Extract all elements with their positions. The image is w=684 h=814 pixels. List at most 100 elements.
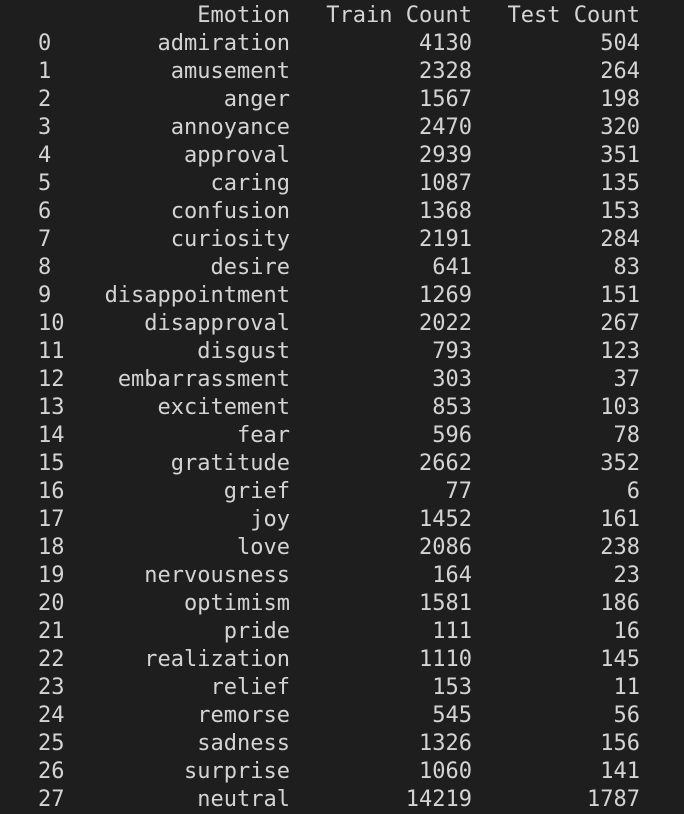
train-count-cell: 1110 [419,647,472,672]
emotion-cell: surprise [184,759,290,784]
train-count-cell: 111 [432,619,472,644]
test-count-cell: 6 [626,479,640,504]
table-row: 0 admiration 4130 504 [0,30,684,58]
test-count-cell: 504 [600,31,640,56]
row-index: 17 [38,507,65,532]
table-row: 8 desire 641 83 [0,254,684,282]
emotion-cell: caring [210,171,290,196]
train-count-cell: 1087 [419,171,472,196]
table-row: 13 excitement 853 103 [0,394,684,422]
test-count-cell: 37 [613,367,641,392]
test-count-cell: 56 [613,703,641,728]
row-index: 24 [38,703,65,728]
train-count-cell: 1581 [419,591,472,616]
table-row: 22 realization 1110 145 [0,646,684,674]
test-count-cell: 103 [600,395,640,420]
emotion-cell: realization [144,647,290,672]
row-index: 27 [38,787,65,812]
train-count-cell: 1567 [419,87,472,112]
train-count-cell: 1452 [419,507,472,532]
emotion-cell: excitement [157,395,290,420]
emotion-cell: fear [237,423,290,448]
test-count-cell: 83 [613,255,641,280]
test-count-cell: 23 [613,563,641,588]
train-count-cell: 2939 [419,143,472,168]
row-index: 26 [38,759,65,784]
train-count-cell: 2470 [419,115,472,140]
test-count-cell: 238 [600,535,640,560]
dataframe-output: Emotion Train Count Test Count 0 admirati… [0,2,684,814]
test-count-cell: 198 [600,87,640,112]
emotion-cell: optimism [184,591,290,616]
row-index: 3 [38,115,52,140]
row-index: 11 [38,339,65,364]
emotion-cell: desire [210,255,290,280]
row-index: 18 [38,535,65,560]
table-row: 4 approval 2939 351 [0,142,684,170]
row-index: 8 [38,255,52,280]
row-index: 10 [38,311,65,336]
table-row: 26 surprise 1060 141 [0,758,684,786]
train-count-cell: 545 [432,703,472,728]
train-count-cell: 77 [445,479,473,504]
row-index: 1 [38,59,52,84]
header-emotion: Emotion [197,3,290,28]
row-index: 2 [38,87,52,112]
table-row: 17 joy 1452 161 [0,506,684,534]
train-count-cell: 641 [432,255,472,280]
test-count-cell: 264 [600,59,640,84]
header-train-count: Train Count [326,3,472,28]
test-count-cell: 186 [600,591,640,616]
table-row: 15 gratitude 2662 352 [0,450,684,478]
row-index: 6 [38,199,52,224]
table-row: 18 love 2086 238 [0,534,684,562]
table-row: 2 anger 1567 198 [0,86,684,114]
row-index: 21 [38,619,65,644]
emotion-cell: approval [184,143,290,168]
train-count-cell: 853 [432,395,472,420]
train-count-cell: 1368 [419,199,472,224]
test-count-cell: 11 [613,675,641,700]
train-count-cell: 153 [432,675,472,700]
table-row: 27 neutral 14219 1787 [0,786,684,814]
emotion-cell: embarrassment [117,367,290,392]
emotion-cell: annoyance [170,115,290,140]
row-index: 19 [38,563,65,588]
table-row: 9 disappointment 1269 151 [0,282,684,310]
emotion-cell: anger [223,87,290,112]
train-count-cell: 14219 [405,787,472,812]
table-row: 7 curiosity 2191 284 [0,226,684,254]
train-count-cell: 4130 [419,31,472,56]
emotion-cell: joy [250,507,290,532]
emotion-cell: sadness [197,731,290,756]
train-count-cell: 1326 [419,731,472,756]
train-count-cell: 303 [432,367,472,392]
row-index: 5 [38,171,52,196]
train-count-cell: 2191 [419,227,472,252]
test-count-cell: 352 [600,451,640,476]
row-index: 16 [38,479,65,504]
train-count-cell: 2662 [419,451,472,476]
test-count-cell: 16 [613,619,641,644]
table-body: 0 admiration 4130 504 1 amusement 2328 264 2 ange… [0,30,684,814]
test-count-cell: 151 [600,283,640,308]
row-index: 20 [38,591,65,616]
table-row: 10 disapproval 2022 267 [0,310,684,338]
emotion-cell: disapproval [144,311,290,336]
row-index: 7 [38,227,52,252]
table-row: 3 annoyance 2470 320 [0,114,684,142]
table-row: 19 nervousness 164 23 [0,562,684,590]
table-row: 23 relief 153 11 [0,674,684,702]
table-row: 1 amusement 2328 264 [0,58,684,86]
test-count-cell: 145 [600,647,640,672]
test-count-cell: 1787 [587,787,640,812]
test-count-cell: 78 [613,423,641,448]
test-count-cell: 141 [600,759,640,784]
table-row: 12 embarrassment 303 37 [0,366,684,394]
test-count-cell: 351 [600,143,640,168]
test-count-cell: 135 [600,171,640,196]
emotion-cell: amusement [170,59,290,84]
table-row: 5 caring 1087 135 [0,170,684,198]
emotion-cell: disgust [197,339,290,364]
test-count-cell: 320 [600,115,640,140]
